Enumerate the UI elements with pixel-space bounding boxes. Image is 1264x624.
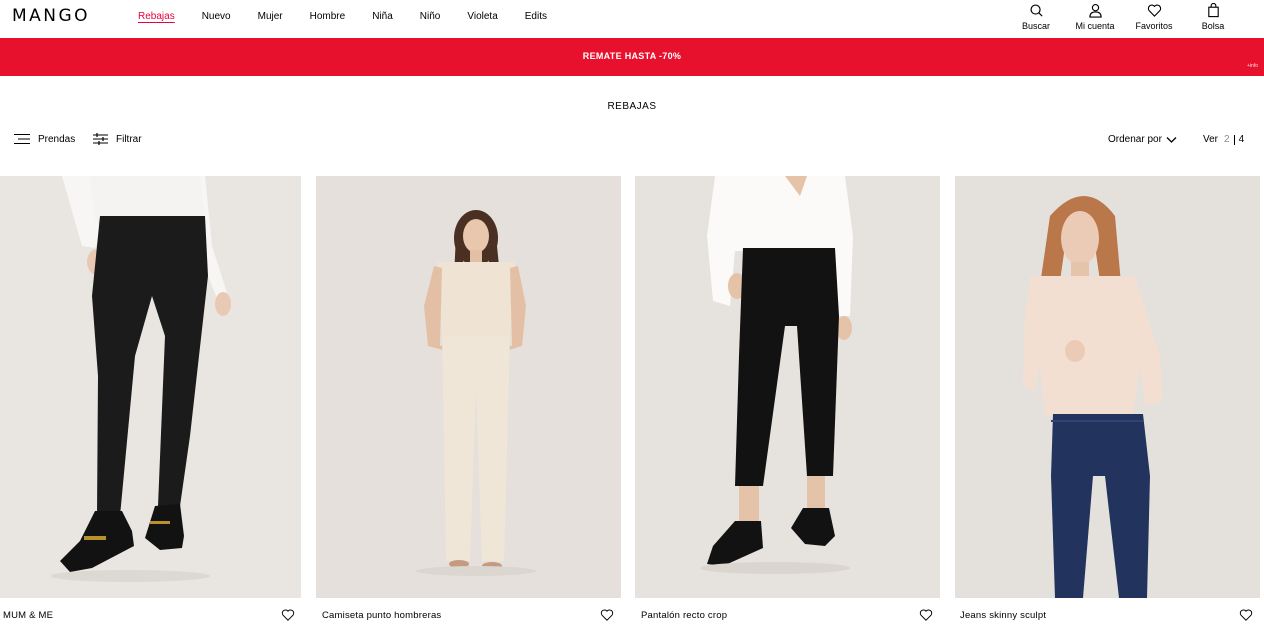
header: MANGO Rebajas Nuevo Mujer Hombre Niña Ni… [0, 0, 1264, 38]
filter-button[interactable]: Filtrar [93, 133, 142, 145]
product-image[interactable] [955, 176, 1260, 598]
view-option-4[interactable]: 4 [1239, 134, 1245, 145]
nav-nuevo[interactable]: Nuevo [202, 11, 231, 22]
favorites-button[interactable]: Favoritos [1124, 3, 1184, 31]
view-switcher: Ver 2 4 [1203, 134, 1244, 145]
favorites-label: Favoritos [1135, 21, 1173, 31]
search-label: Buscar [1021, 21, 1050, 31]
main-nav: Rebajas Nuevo Mujer Hombre Niña Niño Vio… [138, 11, 574, 22]
mango-logo[interactable]: MANGO [12, 6, 90, 26]
garments-label: Prendas [38, 133, 76, 145]
chevron-down-icon [1166, 136, 1177, 143]
favorite-heart-icon[interactable] [1239, 608, 1253, 622]
nav-rebajas[interactable]: Rebajas [138, 11, 175, 22]
account-button[interactable]: Mi cuenta [1065, 3, 1125, 31]
bag-label: Bolsa [1201, 21, 1225, 31]
nav-nino[interactable]: Niño [420, 11, 441, 22]
promo-banner[interactable]: REMATE HASTA -70% +info [0, 38, 1264, 76]
product-image[interactable] [0, 176, 301, 598]
view-label: Ver [1203, 134, 1219, 145]
search-button[interactable]: Buscar [1006, 3, 1066, 31]
heart-icon [1147, 4, 1161, 17]
menu-lines-icon [14, 134, 30, 144]
promo-info-link[interactable]: +info [1247, 63, 1258, 69]
page-title: REBAJAS [607, 101, 657, 112]
product-image[interactable] [316, 176, 621, 598]
bag-button[interactable]: Bolsa [1183, 3, 1243, 31]
order-by-label: Ordenar por [1108, 134, 1162, 145]
filter-label: Filtrar [116, 133, 142, 145]
favorite-heart-icon[interactable] [919, 608, 933, 622]
promo-text: REMATE HASTA -70% [582, 51, 682, 61]
nav-violeta[interactable]: Violeta [467, 11, 497, 22]
product-name[interactable]: MUM & ME [3, 610, 53, 621]
product-name[interactable]: Camiseta punto hombreras [322, 610, 441, 621]
nav-hombre[interactable]: Hombre [310, 11, 346, 22]
filter-sliders-icon [93, 133, 108, 145]
nav-edits[interactable]: Edits [525, 11, 547, 22]
product-name[interactable]: Pantalón recto crop [641, 610, 727, 621]
product-image[interactable] [635, 176, 940, 598]
search-icon [1029, 4, 1043, 17]
account-label: Mi cuenta [1075, 21, 1115, 31]
bag-icon [1207, 3, 1219, 18]
user-icon [1088, 4, 1102, 18]
favorite-heart-icon[interactable] [600, 608, 614, 622]
view-divider [1233, 134, 1235, 145]
order-by-dropdown[interactable]: Ordenar por [1108, 134, 1177, 145]
product-name[interactable]: Jeans skinny sculpt [960, 610, 1046, 621]
nav-nina[interactable]: Niña [372, 11, 393, 22]
favorite-heart-icon[interactable] [281, 608, 295, 622]
garments-button[interactable]: Prendas [14, 133, 75, 145]
nav-mujer[interactable]: Mujer [258, 11, 283, 22]
view-option-2[interactable]: 2 [1224, 134, 1230, 145]
